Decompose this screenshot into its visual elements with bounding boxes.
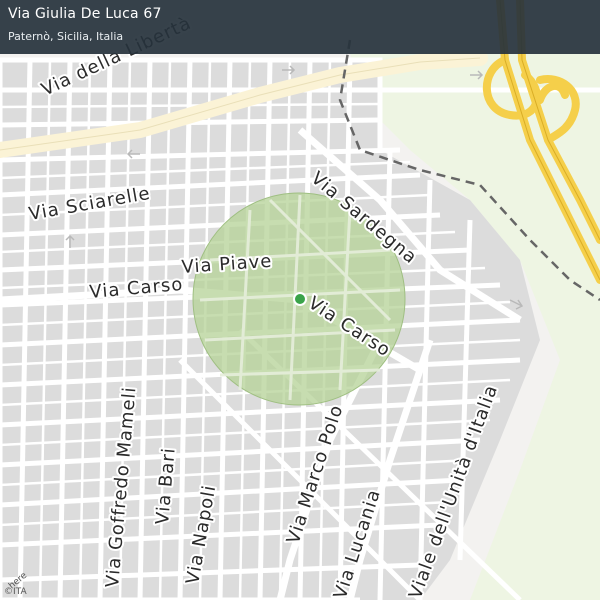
location-dot-icon[interactable] [293, 292, 307, 306]
map-attribution: ©ITA [4, 587, 27, 597]
address-subtitle: Paternò, Sicilia, Italia [8, 30, 124, 43]
address-header: Via Giulia De Luca 67 Paternò, Sicilia, … [0, 0, 600, 54]
address-title: Via Giulia De Luca 67 [8, 6, 162, 22]
map-canvas[interactable]: Via della Libertà Via Sciarelle Via Piav… [0, 0, 600, 600]
